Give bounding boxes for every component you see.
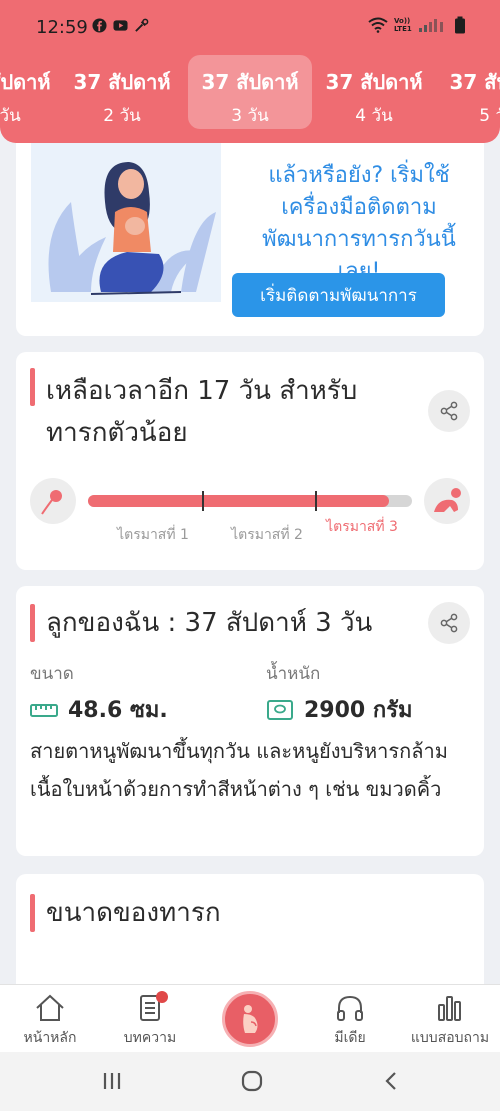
mother-illustration — [31, 142, 221, 302]
scale-icon — [267, 699, 293, 720]
trimester-divider — [202, 491, 204, 511]
volte-label: Vo)) LTE1 — [394, 17, 412, 33]
nav-home[interactable]: หน้าหลัก — [0, 985, 100, 1053]
week-tab-day: 3 วัน — [231, 106, 269, 126]
start-tracking-button[interactable]: เริ่มติดตามพัฒนาการ — [232, 273, 445, 317]
countdown-title: เหลือเวลาอีก 17 วัน สำหรับทารกตัวน้อย — [46, 376, 358, 448]
section-accent — [30, 604, 35, 642]
status-bar: 12:59 Vo)) LTE1 — [0, 0, 500, 55]
back-icon[interactable] — [378, 1068, 406, 1094]
section-accent — [30, 368, 35, 406]
week-tab-week: 37 สัปดาห์ — [0, 70, 51, 94]
due-countdown-card: เหลือเวลาอีก 17 วัน สำหรับทารกตัวน้อย ไต… — [16, 352, 484, 570]
trimester-label: ไตรมาสที่ 2 — [231, 527, 303, 543]
week-tab-week: 37 สัปดาห์ — [449, 70, 500, 94]
baby-week-title: ลูกของฉัน : 37 สัปดาห์ 3 วัน — [46, 608, 373, 638]
status-system-icons: Vo)) LTE1 — [368, 16, 466, 34]
week-tab-day: 1 วัน — [0, 106, 21, 126]
week-tab[interactable]: 37 สัปดาห์ 5 วัน — [436, 55, 500, 129]
nav-label: มีเดีย — [334, 1030, 366, 1046]
share-button[interactable] — [428, 390, 470, 432]
trimester-label: ไตรมาสที่ 1 — [117, 527, 189, 543]
week-tab-week: 37 สัปดาห์ — [73, 70, 171, 94]
system-navigation-bar — [0, 1052, 500, 1111]
week-tab-week: 37 สัปดาห์ — [325, 70, 423, 94]
nav-poll[interactable]: แบบสอบถาม — [400, 985, 500, 1053]
week-tab[interactable]: 37 สัปดาห์ 1 วัน — [0, 55, 64, 129]
youtube-icon — [113, 20, 128, 31]
pregnancy-progress-fill — [88, 495, 390, 507]
share-icon — [440, 401, 458, 421]
home-button-icon[interactable] — [238, 1068, 266, 1094]
size-value: 48.6 ซม. — [68, 698, 168, 723]
nav-label: บทความ — [123, 1030, 177, 1046]
weight-value: 2900 กรัม — [304, 698, 413, 723]
weight-stat: 2900 กรัม — [266, 692, 413, 727]
weight-label: น้ำหนัก — [266, 664, 321, 684]
section-accent — [30, 894, 35, 932]
week-tab-day: 4 วัน — [355, 106, 393, 126]
nav-articles[interactable]: บทความ — [100, 985, 200, 1053]
nav-media[interactable]: มีเดีย — [300, 985, 400, 1053]
pregnancy-icon — [243, 1005, 258, 1033]
week-tab-week: 37 สัปดาห์ — [201, 70, 299, 94]
size-label: ขนาด — [30, 664, 74, 684]
baby-size-title: ขนาดของทารก — [46, 898, 221, 928]
status-time: 12:59 — [36, 17, 88, 38]
pregnancy-progress-bar — [88, 491, 412, 511]
conception-icon — [30, 478, 76, 524]
tools-icon — [135, 18, 149, 32]
week-tab-day: 2 วัน — [103, 106, 141, 126]
home-icon — [36, 994, 64, 1021]
week-tab[interactable]: 37 สัปดาห์ 2 วัน — [60, 55, 184, 129]
trimester-label-active: ไตรมาสที่ 3 — [326, 519, 398, 535]
nav-pregnancy[interactable] — [222, 991, 278, 1047]
poll-icon — [438, 996, 461, 1021]
baby-info-card: ลูกของฉัน : 37 สัปดาห์ 3 วัน ขนาด 48.6 ซ… — [16, 586, 484, 856]
week-tab[interactable]: 37 สัปดาห์ 4 วัน — [312, 55, 436, 129]
development-description: สายตาหนูพัฒนาขึ้นทุกวัน และหนูยังบริหารก… — [30, 739, 448, 801]
battery-icon — [455, 16, 465, 34]
notification-dot — [156, 991, 168, 1003]
wifi-icon — [368, 17, 388, 33]
bottom-navigation: หน้าหลัก บทความ มีเดีย แบบสอบถาม — [0, 984, 500, 1052]
headphones-icon — [337, 995, 363, 1021]
baby-icon — [424, 478, 470, 524]
top-header: 12:59 Vo)) LTE1 37 สัปดาห์ 1 วัน 37 สัปด… — [0, 0, 500, 143]
facebook-icon — [92, 18, 107, 33]
ruler-icon — [30, 703, 58, 717]
nav-label: แบบสอบถาม — [410, 1030, 490, 1046]
week-tab-active[interactable]: 37 สัปดาห์ 3 วัน — [188, 55, 312, 129]
share-icon — [440, 613, 458, 633]
status-notification-icons — [92, 18, 149, 33]
trimester-divider — [315, 491, 317, 511]
share-button[interactable] — [428, 602, 470, 644]
nav-label: หน้าหลัก — [23, 1030, 77, 1046]
week-day-selector: 37 สัปดาห์ 1 วัน 37 สัปดาห์ 2 วัน 37 สัป… — [0, 55, 500, 129]
week-tab-day: 5 วัน — [479, 106, 500, 126]
signal-icon — [419, 19, 443, 32]
size-stat: 48.6 ซม. — [30, 692, 168, 727]
promo-message: แล้วหรือยัง? เริ่มใช้เครื่องมือติดตามพัฒ… — [262, 163, 456, 284]
recent-apps-icon[interactable] — [98, 1068, 126, 1094]
